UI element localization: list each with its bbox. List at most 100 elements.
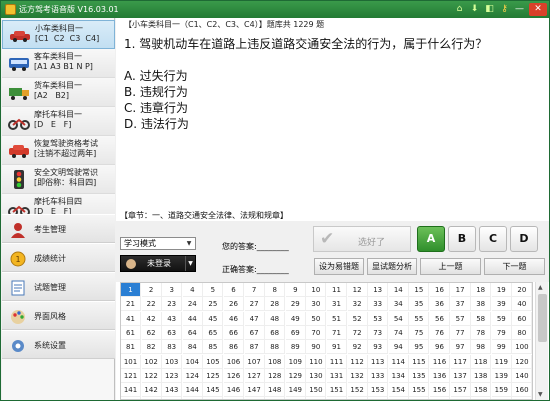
question-number-cell[interactable]: 101 <box>121 354 141 369</box>
question-number-cell[interactable]: 62 <box>141 325 162 340</box>
question-number-cell[interactable]: 87 <box>244 340 265 355</box>
question-number-cell[interactable]: 31 <box>327 297 347 312</box>
question-number-cell[interactable]: 4 <box>182 283 203 297</box>
question-number-cell[interactable]: 99 <box>491 340 512 355</box>
question-number-cell[interactable]: 30 <box>306 297 327 312</box>
sidebar-item-safety[interactable]: 安全文明驾驶常识 [即俗称：科目四] <box>2 165 115 194</box>
question-number-cell[interactable]: 169 <box>286 397 306 399</box>
question-number-cell[interactable]: 122 <box>141 368 162 383</box>
question-number-cell[interactable]: 152 <box>347 383 368 398</box>
question-number-cell[interactable]: 59 <box>491 311 512 326</box>
scroll-thumb[interactable] <box>538 294 547 342</box>
answer-a-button[interactable]: A <box>417 226 445 252</box>
question-number-cell[interactable]: 102 <box>141 354 162 369</box>
question-number-cell[interactable]: 9 <box>285 283 306 297</box>
question-number-cell[interactable]: 135 <box>409 368 430 383</box>
question-number-cell[interactable]: 17 <box>450 283 471 297</box>
question-number-cell[interactable]: 133 <box>368 368 389 383</box>
question-number-cell[interactable]: 18 <box>471 283 492 297</box>
question-number-cell[interactable]: 24 <box>182 297 203 312</box>
question-number-cell[interactable]: 54 <box>388 311 409 326</box>
question-number-cell[interactable]: 149 <box>285 383 306 398</box>
scroll-up-icon[interactable]: ▲ <box>538 284 543 291</box>
question-number-cell[interactable]: 89 <box>285 340 306 355</box>
question-number-cell[interactable]: 33 <box>368 297 389 312</box>
confirm-answer-button[interactable]: ✔ 选好了 <box>313 226 411 252</box>
question-number-cell[interactable]: 93 <box>368 340 389 355</box>
question-number-cell[interactable]: 45 <box>203 311 224 326</box>
question-number-cell[interactable]: 154 <box>388 383 409 398</box>
minimize-icon[interactable]: — <box>514 4 525 15</box>
question-number-cell[interactable]: 52 <box>347 311 368 326</box>
question-number-cell[interactable]: 3 <box>162 283 183 297</box>
question-number-cell[interactable]: 118 <box>471 354 492 369</box>
answer-c-button[interactable]: C <box>479 226 507 252</box>
question-number-cell[interactable]: 13 <box>368 283 389 297</box>
sidebar-item-motorcycle[interactable]: 摩托车科目一 [D E F] <box>2 107 115 136</box>
question-number-cell[interactable]: 104 <box>182 354 203 369</box>
question-number-cell[interactable]: 15 <box>409 283 430 297</box>
question-number-cell[interactable]: 21 <box>121 297 141 312</box>
question-number-cell[interactable]: 74 <box>388 325 409 340</box>
question-number-cell[interactable]: 58 <box>471 311 492 326</box>
question-number-cell[interactable]: 168 <box>265 397 286 399</box>
question-number-cell[interactable]: 37 <box>450 297 471 312</box>
question-number-cell[interactable]: 11 <box>327 283 347 297</box>
question-number-cell[interactable]: 64 <box>182 325 203 340</box>
question-number-cell[interactable]: 46 <box>224 311 244 326</box>
question-number-cell[interactable]: 39 <box>491 297 512 312</box>
question-number-cell[interactable]: 125 <box>203 368 224 383</box>
question-number-cell[interactable]: 127 <box>244 368 265 383</box>
question-number-cell[interactable]: 126 <box>224 368 244 383</box>
question-number-cell[interactable]: 106 <box>224 354 244 369</box>
question-number-cell[interactable]: 148 <box>265 383 286 398</box>
question-number-cell[interactable]: 175 <box>409 397 430 399</box>
sidebar-item-car[interactable]: 小车类科目一 [C1 C2 C3 C4] <box>2 20 115 49</box>
question-number-cell[interactable]: 19 <box>491 283 512 297</box>
question-number-cell[interactable]: 166 <box>224 397 244 399</box>
question-number-cell[interactable]: 124 <box>182 368 203 383</box>
question-number-cell[interactable]: 1 <box>121 283 141 297</box>
next-question-button[interactable]: 下一题 <box>484 258 545 275</box>
set-easy-wrong-button[interactable]: 设为易错题 <box>314 258 364 275</box>
question-number-cell[interactable]: 159 <box>491 383 512 398</box>
question-number-cell[interactable]: 180 <box>512 397 532 399</box>
question-number-cell[interactable]: 134 <box>388 368 409 383</box>
sidebar-item-bus[interactable]: 客车类科目一 [A1 A3 B1 N P] <box>2 49 115 78</box>
question-number-cell[interactable]: 20 <box>512 283 532 297</box>
question-number-cell[interactable]: 6 <box>224 283 244 297</box>
question-number-cell[interactable]: 84 <box>182 340 203 355</box>
question-number-cell[interactable]: 81 <box>121 340 141 355</box>
question-number-cell[interactable]: 139 <box>491 368 512 383</box>
question-number-cell[interactable]: 79 <box>491 325 512 340</box>
question-number-cell[interactable]: 70 <box>306 325 327 340</box>
question-number-cell[interactable]: 167 <box>245 397 265 399</box>
question-number-cell[interactable]: 112 <box>347 354 368 369</box>
question-number-cell[interactable]: 173 <box>368 397 389 399</box>
question-number-cell[interactable]: 164 <box>183 397 203 399</box>
question-number-cell[interactable]: 113 <box>368 354 389 369</box>
question-number-cell[interactable]: 114 <box>388 354 409 369</box>
question-number-cell[interactable]: 108 <box>265 354 286 369</box>
question-number-cell[interactable]: 34 <box>388 297 409 312</box>
question-number-cell[interactable]: 132 <box>347 368 368 383</box>
question-number-cell[interactable]: 85 <box>203 340 224 355</box>
question-number-cell[interactable]: 177 <box>451 397 471 399</box>
question-number-cell[interactable]: 68 <box>265 325 286 340</box>
question-number-cell[interactable]: 128 <box>265 368 286 383</box>
grid-scrollbar[interactable]: ▲ ▼ <box>535 282 548 400</box>
question-number-cell[interactable]: 5 <box>203 283 224 297</box>
question-number-cell[interactable]: 109 <box>285 354 306 369</box>
question-number-cell[interactable]: 121 <box>121 368 141 383</box>
question-number-cell[interactable]: 100 <box>512 340 532 355</box>
question-number-cell[interactable]: 143 <box>162 383 183 398</box>
question-number-cell[interactable]: 72 <box>347 325 368 340</box>
question-number-cell[interactable]: 86 <box>224 340 244 355</box>
question-number-cell[interactable]: 94 <box>388 340 409 355</box>
question-number-cell[interactable]: 78 <box>471 325 492 340</box>
question-number-cell[interactable]: 115 <box>409 354 430 369</box>
question-number-cell[interactable]: 43 <box>162 311 183 326</box>
question-number-cell[interactable]: 56 <box>430 311 450 326</box>
question-number-cell[interactable]: 26 <box>224 297 244 312</box>
question-number-cell[interactable]: 120 <box>512 354 532 369</box>
